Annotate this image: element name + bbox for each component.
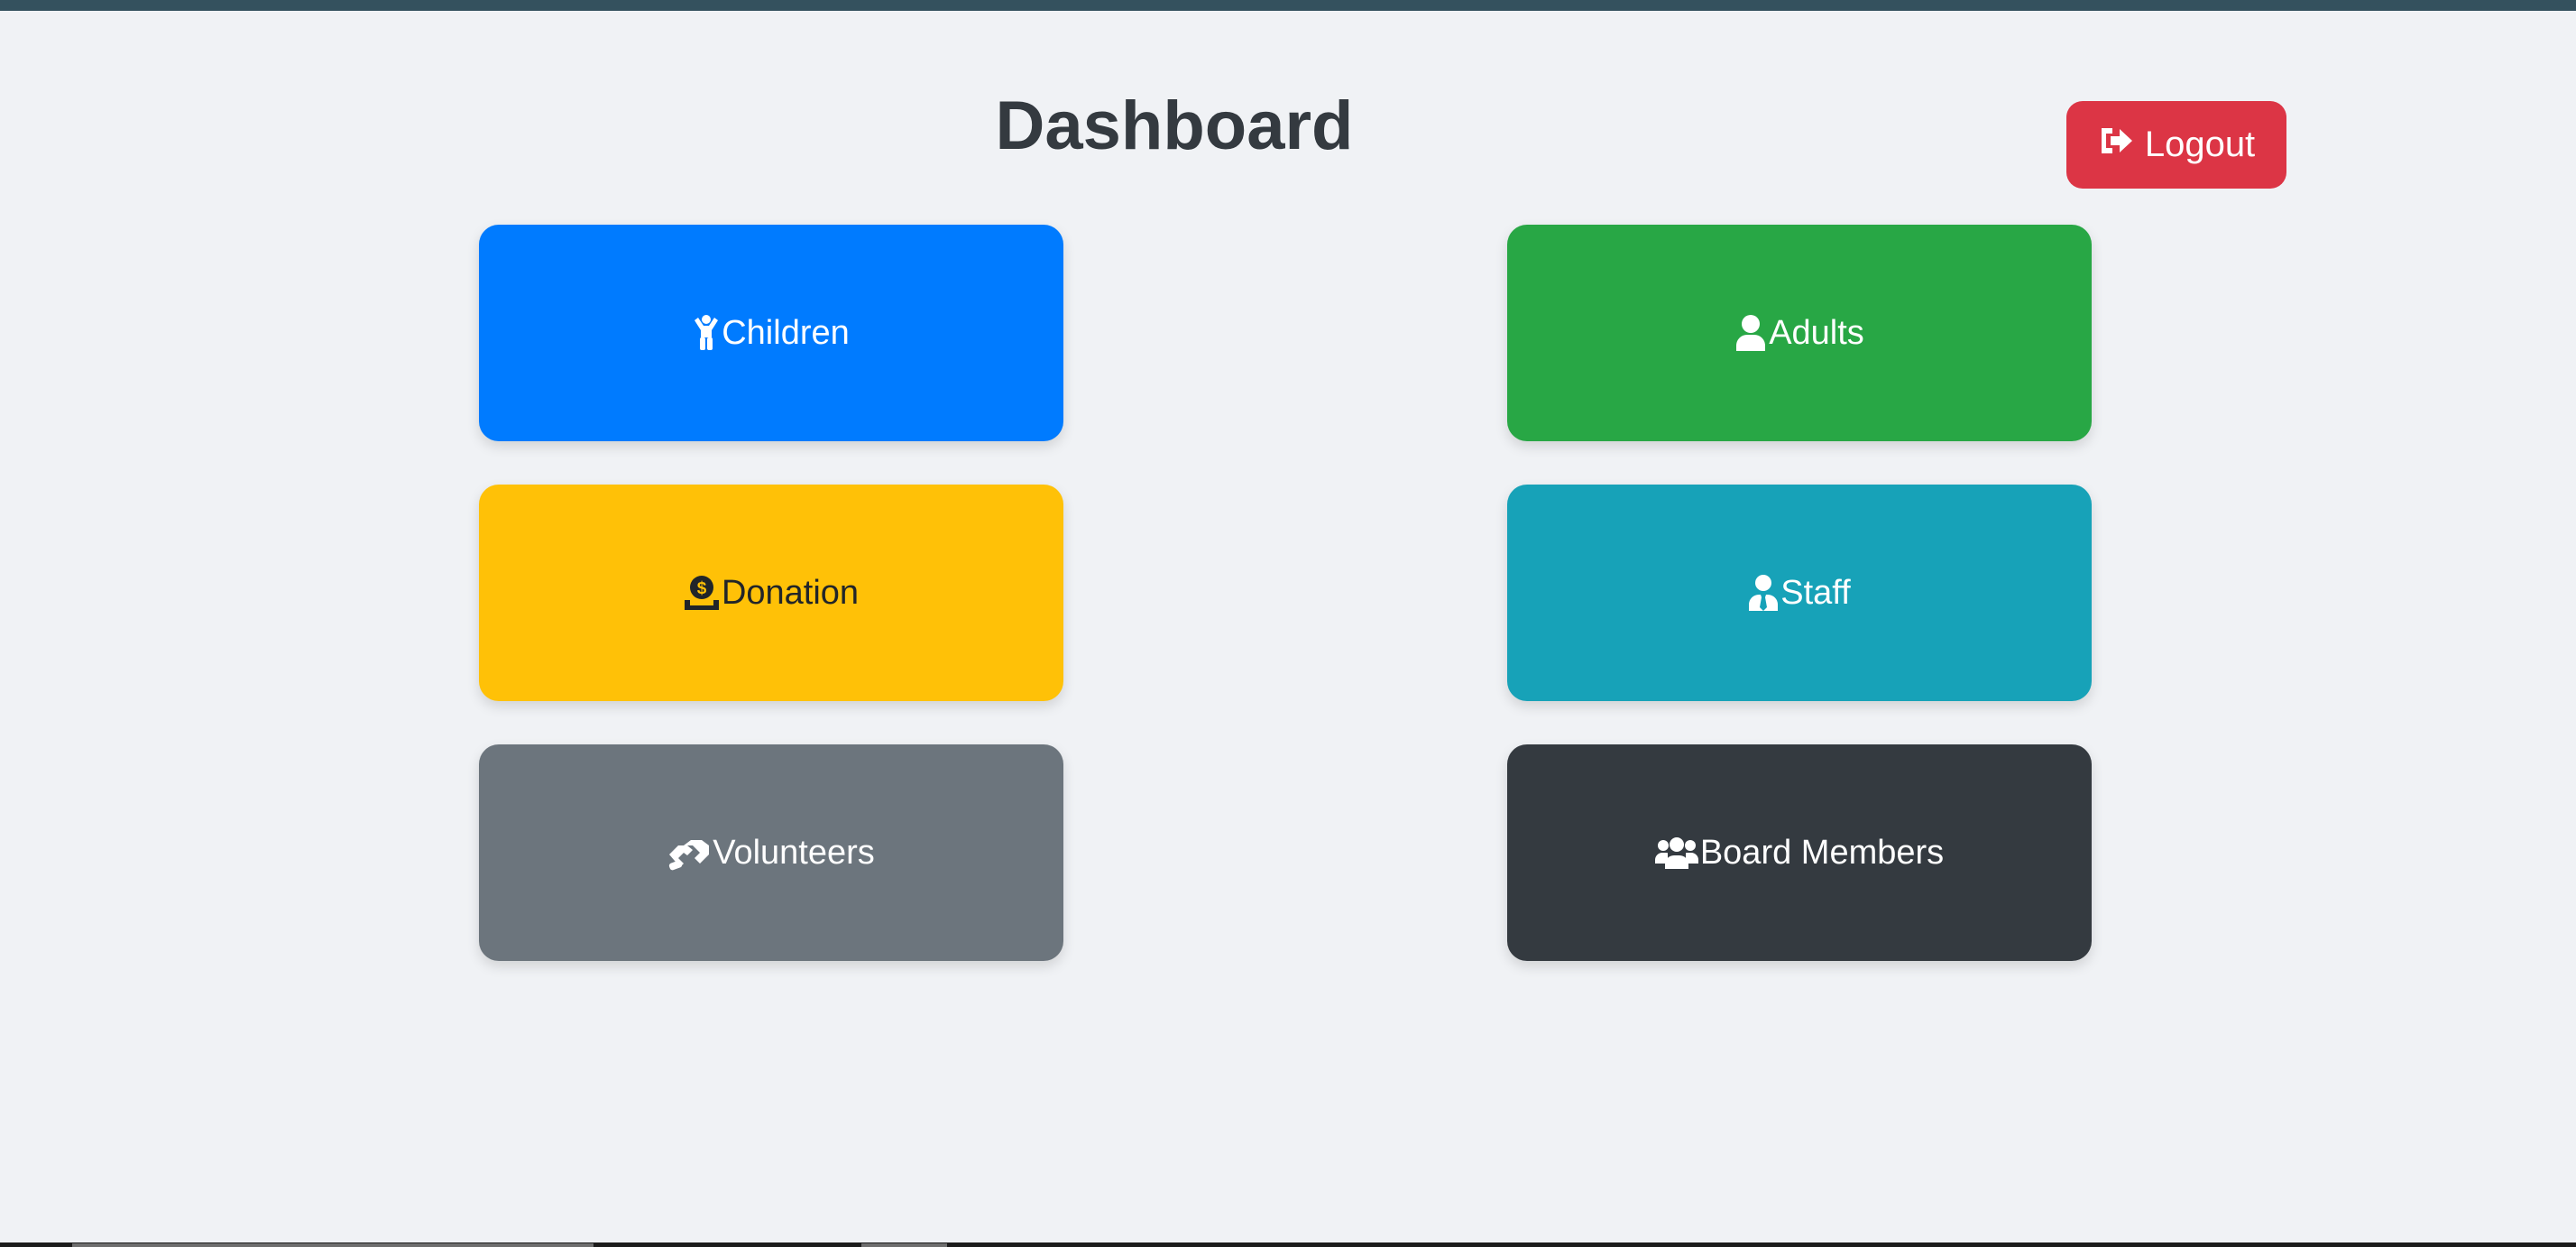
page-title: Dashboard [995, 88, 1354, 164]
tile-label: Adults [1769, 313, 1864, 352]
adults-tile[interactable]: Adults [1507, 225, 2092, 441]
bottom-edge-bar [0, 1242, 2576, 1247]
logout-label: Logout [2144, 125, 2256, 164]
donation-tile[interactable]: $ Donation [479, 485, 1063, 701]
tile-label: Children [722, 313, 850, 352]
svg-text:$: $ [697, 579, 707, 598]
tile-label: Staff [1780, 573, 1851, 612]
board-members-tile[interactable]: Board Members [1507, 744, 2092, 961]
child-icon [693, 315, 720, 351]
tile-label: Board Members [1699, 833, 1945, 872]
top-bar [0, 0, 2576, 11]
tile-label: Volunteers [713, 833, 875, 872]
staff-tile[interactable]: Staff [1507, 485, 2092, 701]
tile-label: Donation [721, 573, 860, 612]
users-icon [1654, 836, 1698, 869]
children-tile[interactable]: Children [479, 225, 1063, 441]
logout-button[interactable]: Logout [2066, 101, 2286, 189]
donate-icon: $ [684, 575, 720, 611]
user-tie-icon [1748, 575, 1779, 611]
handshake-icon [667, 835, 711, 871]
sign-out-icon [2098, 125, 2134, 166]
user-icon [1734, 315, 1767, 351]
volunteers-tile[interactable]: Volunteers [479, 744, 1063, 961]
